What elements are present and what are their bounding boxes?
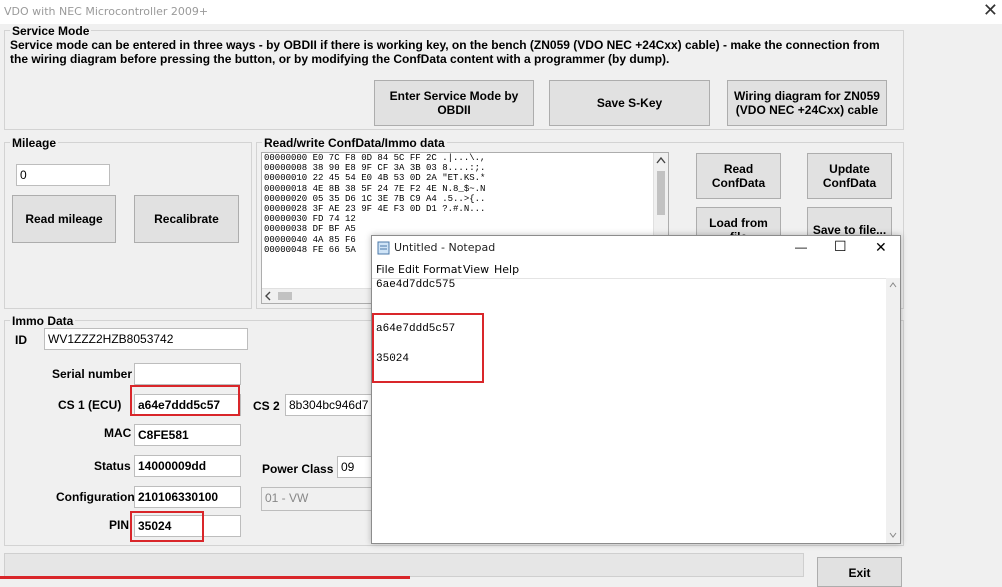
status-field[interactable]: 14000009dd [134, 455, 241, 477]
recalibrate-button[interactable]: Recalibrate [134, 195, 239, 243]
configuration-field[interactable]: 210106330100 [134, 486, 241, 508]
pin-label: PIN [109, 518, 130, 532]
cs2-field[interactable]: 8b304bc946d7 [285, 394, 375, 416]
exit-button[interactable]: Exit [817, 557, 902, 587]
cs1-highlight [130, 385, 240, 416]
status-label: Status [94, 459, 131, 473]
notepad-minimize-icon[interactable]: — [795, 240, 807, 254]
status-bar [4, 553, 804, 577]
notepad-title: Untitled - Notepad [394, 241, 496, 254]
save-skey-button[interactable]: Save S-Key [549, 80, 710, 126]
notepad-menu-format[interactable]: Format [423, 263, 462, 276]
confdata-legend: Read/write ConfData/Immo data [262, 136, 447, 150]
service-mode-legend: Service Mode [10, 24, 92, 38]
hex-row: 00000008 38 90 E8 9F CF 3A 3B 03 8....:;… [264, 163, 486, 174]
hex-row: 00000000 E0 7C F8 0D 84 5C FF 2C .|...\.… [264, 153, 486, 163]
notepad-menu-file[interactable]: File [376, 263, 394, 276]
notepad-icon [377, 241, 390, 255]
id-field[interactable]: WV1ZZZ2HZB8053742 [44, 328, 248, 350]
immo-data-legend: Immo Data [10, 314, 76, 328]
notepad-menu-edit[interactable]: Edit [398, 263, 419, 276]
mac-field[interactable]: C8FE581 [134, 424, 241, 446]
notepad-menu-view[interactable]: View [463, 263, 489, 276]
cs1-label: CS 1 (ECU) [58, 398, 122, 412]
mileage-input[interactable]: 0 [16, 164, 110, 186]
serial-number-label: Serial number [52, 367, 133, 381]
hex-row: 00000018 4E 8B 38 5F 24 7E F2 4E N.8_$~.… [264, 183, 486, 194]
power-class-label: Power Class [262, 462, 334, 476]
notepad-vertical-scrollbar[interactable] [886, 278, 900, 543]
enter-service-mode-button[interactable]: Enter Service Mode by OBDII [374, 80, 534, 126]
brand-select[interactable]: 01 - VW [261, 487, 375, 511]
notepad-line: 6ae4d7ddc575 [376, 279, 456, 291]
update-confdata-button[interactable]: Update ConfData [807, 153, 892, 199]
service-mode-description: Service mode can be entered in three way… [10, 38, 880, 66]
pin-highlight [130, 511, 204, 542]
notepad-close-icon[interactable]: ✕ [875, 239, 887, 256]
hex-row: 00000030 FD 74 12 [264, 214, 356, 225]
cs2-label: CS 2 [253, 399, 280, 413]
window-title: VDO with NEC Microcontroller 2009+ [4, 5, 209, 18]
notepad-window[interactable]: Untitled - Notepad — ☐ ✕ File Edit Forma… [371, 235, 901, 544]
window-titlebar: VDO with NEC Microcontroller 2009+ ✕ [0, 0, 1002, 24]
notepad-highlight [372, 313, 484, 383]
hex-row: 00000010 22 45 54 E0 4B 53 0D 2A "ET.KS.… [264, 173, 486, 184]
hex-row: 00000020 05 35 D6 1C 3E 7B C9 A4 .5..>{.… [264, 193, 486, 204]
serial-number-field[interactable] [134, 363, 241, 385]
id-label: ID [15, 333, 27, 347]
hex-row: 00000038 DF BF A5 [264, 224, 356, 235]
configuration-label: Configuration [56, 490, 135, 504]
read-mileage-button[interactable]: Read mileage [12, 195, 116, 243]
mileage-legend: Mileage [10, 136, 59, 150]
notepad-scroll-arrows-icon [889, 282, 897, 538]
notepad-maximize-icon[interactable]: ☐ [834, 238, 847, 255]
notepad-menu-help[interactable]: Help [494, 263, 519, 276]
window-close-icon[interactable]: ✕ [983, 0, 998, 21]
wiring-diagram-button[interactable]: Wiring diagram for ZN059 (VDO NEC +24Cxx… [727, 80, 887, 126]
hex-row: 00000028 3F AE 23 9F 4E F3 0D D1 ?.#.N..… [264, 204, 486, 215]
scroll-left-icon [265, 291, 292, 301]
read-confdata-button[interactable]: Read ConfData [696, 153, 781, 199]
mac-label: MAC [104, 426, 132, 440]
